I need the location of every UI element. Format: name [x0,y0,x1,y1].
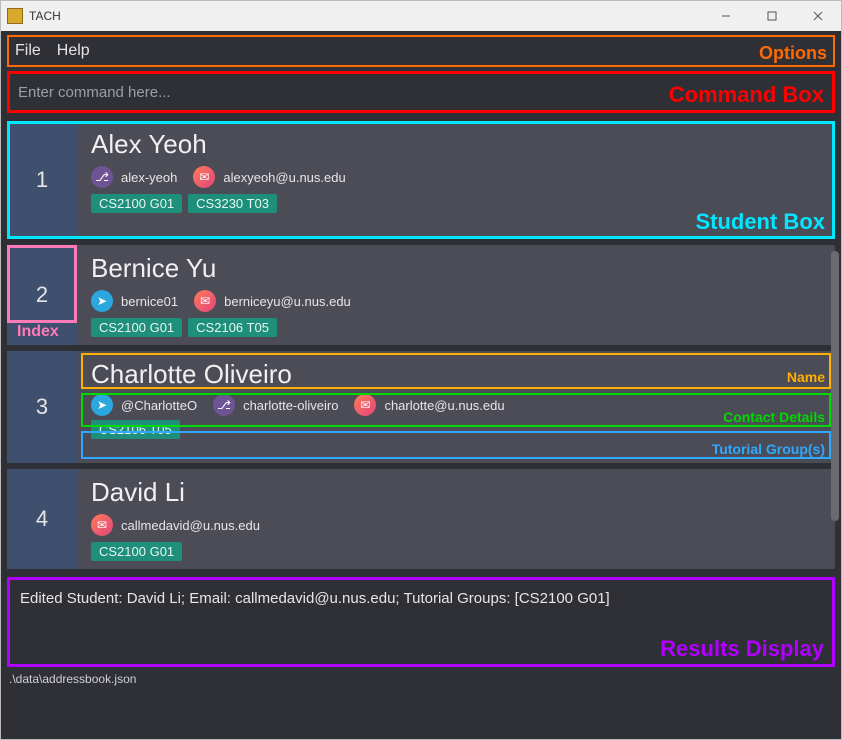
menu-help[interactable]: Help [57,42,90,60]
email-icon: ✉ [194,290,216,312]
close-button[interactable] [795,1,841,31]
student-name: Bernice Yu [91,253,825,284]
tutorial-groups: CS2100 G01 CS2106 T05 [91,318,825,337]
student-row[interactable]: 1 Alex Yeoh ⎇ alex-yeoh ✉ alexyeoh@u.nus… [7,121,835,239]
contact-text: bernice01 [121,294,178,309]
student-body: Bernice Yu ➤ bernice01 ✉ berniceyu@u.nus… [77,245,835,345]
menu-file[interactable]: File [15,42,41,60]
student-row[interactable]: 4 David Li ✉ callmedavid@u.nus.edu CS210… [7,469,835,569]
student-body: David Li ✉ callmedavid@u.nus.edu CS2100 … [77,469,835,569]
index-value: 4 [36,506,48,532]
status-path: .\data\addressbook.json [9,672,136,686]
github-icon: ⎇ [91,166,113,188]
scrollbar-thumb[interactable] [831,251,839,521]
command-input[interactable] [18,84,502,101]
contact-text: alex-yeoh [121,170,177,185]
results-display: Edited Student: David Li; Email: callmed… [7,577,835,667]
email-icon: ✉ [193,166,215,188]
telegram-icon: ➤ [91,290,113,312]
tutorial-groups: CS2100 G01 CS3230 T03 [91,194,825,213]
minimize-button[interactable] [703,1,749,31]
student-name: David Li [91,477,825,508]
student-name: Alex Yeoh [91,129,825,160]
contacts: ⎇ alex-yeoh ✉ alexyeoh@u.nus.edu [91,166,825,188]
contact-email: ✉ berniceyu@u.nus.edu [194,290,351,312]
contact-text: alexyeoh@u.nus.edu [223,170,345,185]
titlebar: TACH [1,1,841,31]
index-cell: 2 [7,245,77,345]
group-tag: CS2100 G01 [91,194,182,213]
contact-email: ✉ alexyeoh@u.nus.edu [193,166,345,188]
results-text: Edited Student: David Li; Email: callmed… [20,590,610,607]
email-icon: ✉ [91,514,113,536]
annotation-results-display: Results Display [660,636,824,662]
student-row[interactable]: 3 Charlotte Oliveiro ➤ @CharlotteO ⎇ cha… [7,351,835,463]
group-tag: CS2100 G01 [91,542,182,561]
student-list: 1 Alex Yeoh ⎇ alex-yeoh ✉ alexyeoh@u.nus… [7,121,835,569]
group-tag: CS2100 G01 [91,318,182,337]
email-icon: ✉ [354,394,376,416]
maximize-icon [767,11,777,21]
group-tag: CS2106 T05 [91,420,180,439]
index-value: 1 [36,167,48,193]
annotation-command-box: Command Box [669,82,824,108]
student-body: Alex Yeoh ⎇ alex-yeoh ✉ alexyeoh@u.nus.e… [77,121,835,239]
contact-text: callmedavid@u.nus.edu [121,518,260,533]
student-name: Charlotte Oliveiro [91,359,825,390]
window-controls [703,1,841,31]
contacts: ➤ @CharlotteO ⎇ charlotte-oliveiro ✉ cha… [91,394,825,416]
index-value: 3 [36,394,48,420]
app-icon [7,8,23,24]
titlebar-left: TACH [7,8,61,24]
tutorial-groups: CS2106 T05 [91,420,825,439]
contact-github: ⎇ alex-yeoh [91,166,177,188]
contact-text: @CharlotteO [121,398,197,413]
contact-email: ✉ callmedavid@u.nus.edu [91,514,260,536]
contact-text: charlotte@u.nus.edu [384,398,504,413]
contact-telegram: ➤ @CharlotteO [91,394,197,416]
command-box: Command Box [7,71,835,113]
close-icon [813,11,823,21]
statusbar: .\data\addressbook.json [1,669,841,692]
student-body: Charlotte Oliveiro ➤ @CharlotteO ⎇ charl… [77,351,835,463]
maximize-button[interactable] [749,1,795,31]
telegram-icon: ➤ [91,394,113,416]
tutorial-groups: CS2100 G01 [91,542,825,561]
contacts: ➤ bernice01 ✉ berniceyu@u.nus.edu [91,290,825,312]
content-area: File Help Options Command Box 1 Alex Yeo… [1,31,841,739]
index-cell: 1 [7,121,77,239]
annotation-options: Options [759,43,827,64]
minimize-icon [721,11,731,21]
group-tag: CS2106 T05 [188,318,277,337]
index-cell: 4 [7,469,77,569]
index-value: 2 [36,282,48,308]
group-tag: CS3230 T03 [188,194,277,213]
index-cell: 3 [7,351,77,463]
contacts: ✉ callmedavid@u.nus.edu [91,514,825,536]
window-title: TACH [29,9,61,23]
menubar: File Help Options [7,35,835,67]
github-icon: ⎇ [213,394,235,416]
contact-text: berniceyu@u.nus.edu [224,294,351,309]
contact-email: ✉ charlotte@u.nus.edu [354,394,504,416]
student-row[interactable]: 2 Bernice Yu ➤ bernice01 ✉ berniceyu@u.n… [7,245,835,345]
app-window: TACH File Help Options Command Box [0,0,842,740]
contact-github: ⎇ charlotte-oliveiro [213,394,338,416]
contact-telegram: ➤ bernice01 [91,290,178,312]
contact-text: charlotte-oliveiro [243,398,338,413]
